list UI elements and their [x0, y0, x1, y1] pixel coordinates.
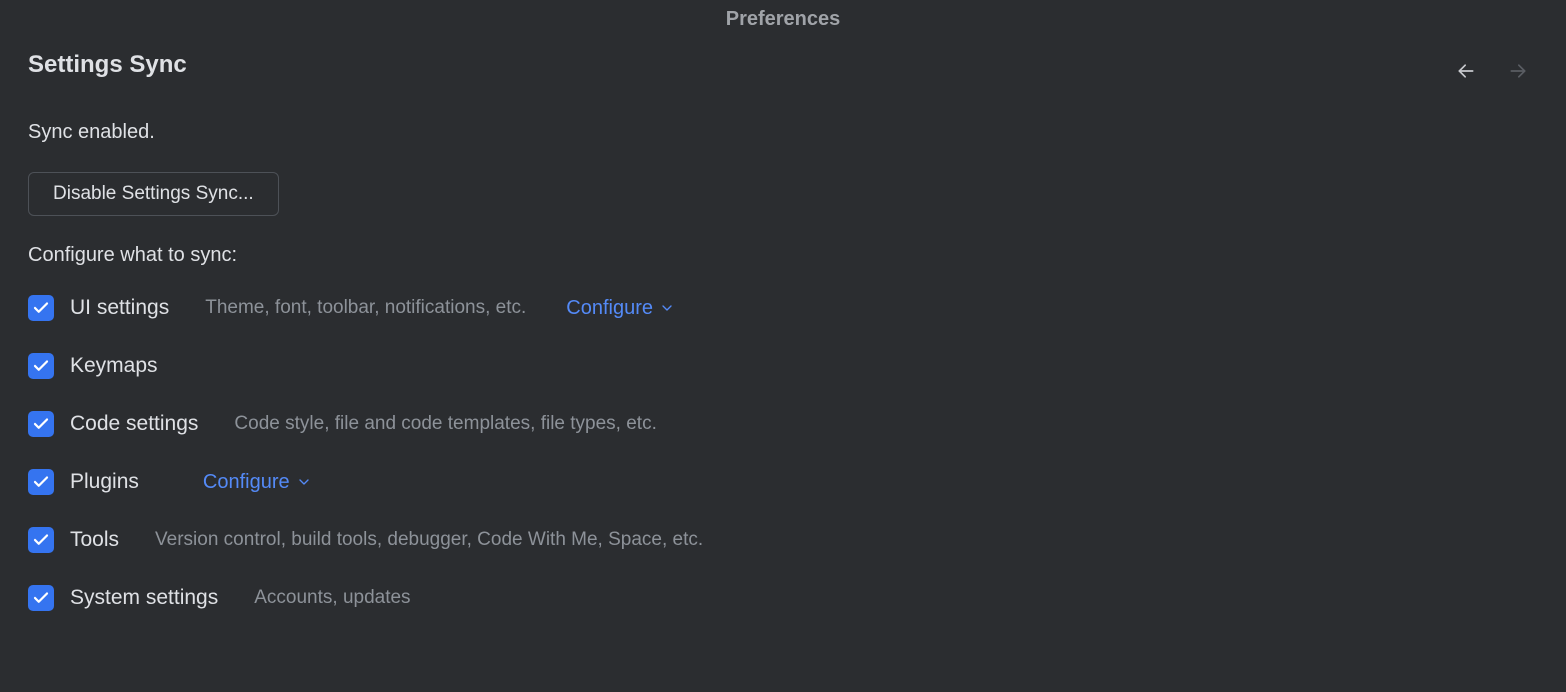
option-description: Code style, file and code templates, fil…: [234, 413, 656, 435]
chevron-down-icon: [296, 474, 312, 490]
option-label: Plugins: [70, 470, 139, 494]
chevron-down-icon: [659, 300, 675, 316]
check-icon: [32, 415, 50, 433]
checkbox-plugins[interactable]: [28, 469, 54, 495]
nav-arrows: [1454, 59, 1530, 83]
option-description: Accounts, updates: [254, 587, 410, 609]
sync-status: Sync enabled.: [28, 121, 1538, 144]
page-title: Settings Sync: [28, 51, 1538, 79]
checkbox-keymaps[interactable]: [28, 353, 54, 379]
checkbox-code-settings[interactable]: [28, 411, 54, 437]
configure-section-label: Configure what to sync:: [28, 244, 1538, 267]
checkbox-ui-settings[interactable]: [28, 295, 54, 321]
configure-link-text: Configure: [566, 297, 653, 320]
check-icon: [32, 473, 50, 491]
settings-sync-content: Settings Sync Sync enabled. Disable Sett…: [0, 51, 1566, 611]
back-button[interactable]: [1454, 59, 1478, 83]
sync-option-keymaps: Keymaps: [28, 353, 1538, 379]
configure-plugins-link[interactable]: Configure: [203, 471, 312, 494]
arrow-right-icon: [1508, 61, 1528, 81]
check-icon: [32, 357, 50, 375]
checkbox-system-settings[interactable]: [28, 585, 54, 611]
option-label: Tools: [70, 528, 119, 552]
option-description: Theme, font, toolbar, notifications, etc…: [205, 297, 526, 319]
preferences-header: Preferences: [0, 0, 1566, 51]
configure-ui-settings-link[interactable]: Configure: [566, 297, 675, 320]
sync-option-ui-settings: UI settings Theme, font, toolbar, notifi…: [28, 295, 1538, 321]
sync-options-list: UI settings Theme, font, toolbar, notifi…: [28, 295, 1538, 611]
check-icon: [32, 299, 50, 317]
disable-sync-button[interactable]: Disable Settings Sync...: [28, 172, 279, 216]
option-label: System settings: [70, 586, 218, 610]
sync-option-plugins: Plugins Configure: [28, 469, 1538, 495]
option-label: Code settings: [70, 412, 198, 436]
sync-option-tools: Tools Version control, build tools, debu…: [28, 527, 1538, 553]
sync-option-code-settings: Code settings Code style, file and code …: [28, 411, 1538, 437]
option-label: UI settings: [70, 296, 169, 320]
configure-link-text: Configure: [203, 471, 290, 494]
preferences-title: Preferences: [726, 8, 841, 30]
check-icon: [32, 531, 50, 549]
forward-button[interactable]: [1506, 59, 1530, 83]
checkbox-tools[interactable]: [28, 527, 54, 553]
sync-option-system-settings: System settings Accounts, updates: [28, 585, 1538, 611]
option-label: Keymaps: [70, 354, 158, 378]
check-icon: [32, 589, 50, 607]
option-description: Version control, build tools, debugger, …: [155, 529, 703, 551]
arrow-left-icon: [1456, 61, 1476, 81]
